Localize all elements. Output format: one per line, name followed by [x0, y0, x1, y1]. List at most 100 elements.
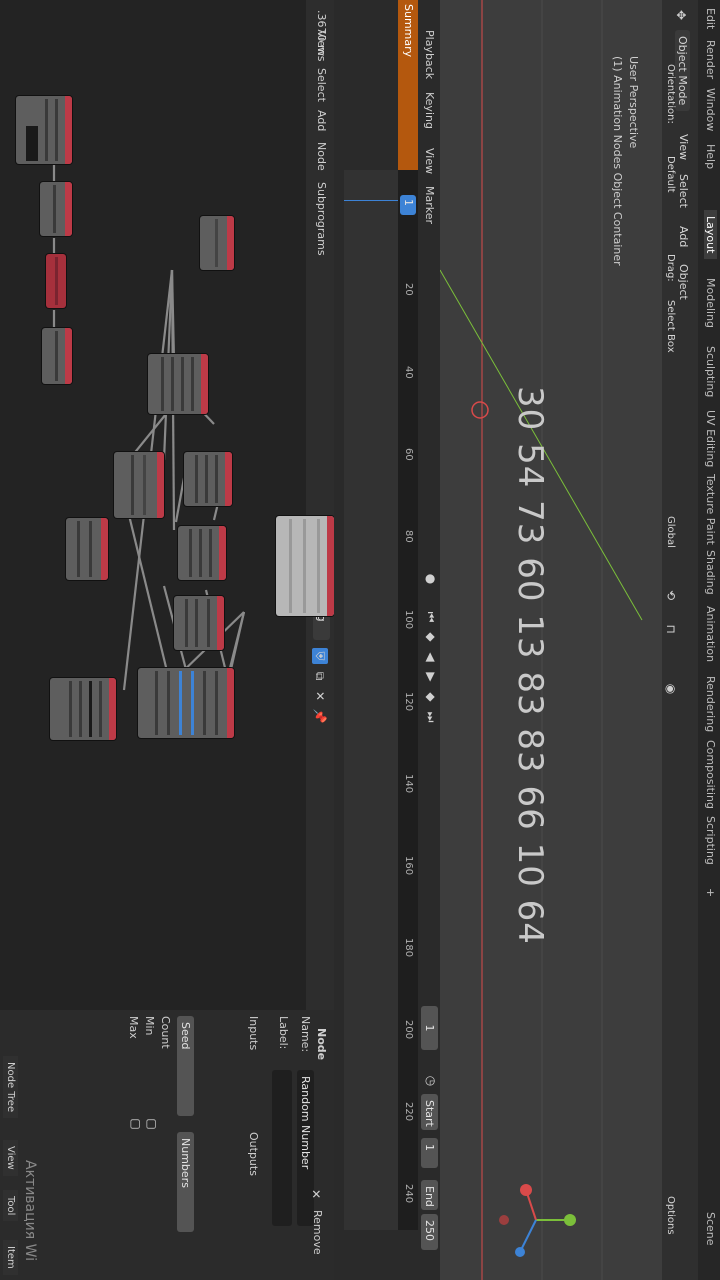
menu-keying[interactable]: Keying — [423, 92, 436, 129]
play-icon[interactable]: ▶ — [424, 670, 438, 684]
current-frame-field[interactable]: 1 — [421, 1006, 438, 1050]
node-editor[interactable]: .3670 ms View Select Add Node Subprogram… — [0, 0, 334, 1010]
node-object-input[interactable] — [40, 182, 72, 236]
node-random-number[interactable] — [148, 354, 208, 414]
menu-select[interactable]: Select — [677, 174, 690, 208]
pivot-icon[interactable]: ⟲ — [664, 586, 678, 604]
keyframe-area[interactable] — [344, 170, 398, 1230]
proportional-edit-icon[interactable]: ◉ — [664, 680, 678, 698]
orientation-dropdown[interactable]: Default — [665, 156, 676, 193]
menu-object[interactable]: Object — [677, 264, 690, 300]
workspace-tab-rendering[interactable]: Rendering — [704, 676, 717, 732]
next-keyframe-icon[interactable]: ◆ — [424, 690, 438, 704]
clock-icon[interactable]: ◷ — [424, 1074, 438, 1088]
panel-title: Node — [315, 1028, 328, 1061]
drag-label: Drag: — [665, 254, 676, 282]
viewport-canvas[interactable]: User Perspective (1) Animation Nodes Obj… — [440, 0, 662, 1280]
node-label-field[interactable] — [272, 1070, 292, 1226]
menu-add[interactable]: Add — [677, 226, 690, 247]
summary-label: Summary — [402, 4, 415, 58]
workspace-tab-modeling[interactable]: Modeling — [704, 278, 717, 328]
activation-watermark: Активация Wi — [22, 1160, 38, 1262]
workspace-tab-layout[interactable]: Layout — [704, 210, 717, 260]
transform-orientation-dropdown[interactable]: Global — [665, 516, 676, 548]
menu-view[interactable]: View — [677, 134, 690, 160]
viewport-grid — [440, 0, 643, 1280]
node-math[interactable] — [178, 526, 226, 580]
node-properties-panel: Node Name: Random Number Label: Inputs O… — [0, 1010, 334, 1280]
visibility-icon[interactable]: ▢ — [129, 1118, 143, 1130]
menu-marker[interactable]: Marker — [423, 186, 436, 224]
input-min[interactable]: Min — [143, 1016, 156, 1036]
options-dropdown[interactable]: Options — [665, 1196, 676, 1235]
tab-item[interactable]: Item — [3, 1240, 18, 1275]
workspace-tab-compositing[interactable]: Compositing — [704, 740, 717, 809]
tab-view[interactable]: View — [3, 1140, 18, 1176]
transform-gizmo-icon[interactable]: ✥ — [670, 4, 692, 26]
workspace-tab-scripting[interactable]: Scripting — [704, 816, 717, 865]
menu-render[interactable]: Render — [704, 40, 717, 79]
output-numbers[interactable]: Numbers — [177, 1132, 194, 1232]
node-object-instancer[interactable] — [50, 678, 116, 740]
menu-window[interactable]: Window — [704, 88, 717, 131]
viewport-header: ✥ Object Mode View Select Add Object Ori… — [662, 0, 698, 1280]
frame-ruler[interactable]: 1 20 40 60 80 100 120 140 160 180 200 22… — [398, 170, 418, 1230]
add-workspace-icon[interactable]: + — [704, 888, 717, 897]
snap-icon[interactable]: ⊓ — [664, 620, 678, 638]
drag-dropdown[interactable]: Select Box — [665, 300, 676, 353]
tick-label: 140 — [403, 774, 414, 794]
start-label: Start — [421, 1094, 438, 1130]
tick-label: 40 — [403, 366, 414, 379]
input-max[interactable]: Max — [127, 1016, 140, 1039]
end-frame-field[interactable]: 250 — [421, 1214, 438, 1250]
remove-icon[interactable]: ✕ — [308, 1186, 324, 1202]
prev-keyframe-icon[interactable]: ◆ — [424, 630, 438, 644]
3d-viewport[interactable]: ✥ Object Mode View Select Add Object Ori… — [440, 0, 698, 1280]
visibility-icon[interactable]: ▢ — [145, 1118, 159, 1130]
input-count[interactable]: Count — [159, 1016, 172, 1049]
remove-button[interactable]: Remove — [311, 1210, 324, 1255]
tab-tool[interactable]: Tool — [3, 1190, 18, 1222]
menu-help[interactable]: Help — [704, 144, 717, 169]
start-frame-field[interactable]: 1 — [421, 1138, 438, 1168]
play-reverse-icon[interactable]: ◀ — [424, 650, 438, 664]
timeline-editor[interactable]: Playback Keying View Marker ● ⏮ ◆ ◀ ▶ ◆ … — [334, 0, 440, 1280]
menu-edit[interactable]: Edit — [704, 8, 717, 29]
node-text-object-output[interactable] — [138, 668, 234, 738]
workspace-tab-uv-editing[interactable]: UV Editing — [704, 410, 717, 467]
node-convert[interactable] — [46, 254, 66, 308]
node-combine-list[interactable] — [174, 596, 224, 650]
node-name-field[interactable]: Random Number — [297, 1070, 314, 1226]
navigation-gizmo[interactable] — [496, 1180, 576, 1260]
tick-label: 60 — [403, 448, 414, 461]
node-scene-input[interactable] — [16, 96, 72, 164]
jump-start-icon[interactable]: ⏮ — [424, 610, 439, 624]
node-text-output[interactable] — [42, 328, 72, 384]
scene-selector[interactable]: Scene — [704, 1212, 717, 1246]
tick-label: 160 — [403, 856, 414, 876]
tick-label: 180 — [403, 938, 414, 958]
playhead[interactable]: 1 — [400, 195, 416, 215]
record-icon[interactable]: ● — [424, 572, 438, 586]
object-mode-dropdown[interactable]: Object Mode — [675, 30, 690, 112]
number-text-object: 30 54 73 60 13 83 83 66 10 64 — [510, 386, 550, 945]
menu-view[interactable]: View — [423, 148, 436, 174]
node-number-list[interactable] — [114, 452, 164, 518]
3d-cursor-icon[interactable] — [471, 401, 489, 419]
node-integer[interactable] — [200, 216, 234, 270]
workspace-tab-texture-paint[interactable]: Texture Paint — [704, 474, 717, 545]
tick-label: 80 — [403, 530, 414, 543]
jump-end-icon[interactable]: ⏭ — [424, 710, 439, 724]
summary-channel[interactable]: Summary — [398, 0, 418, 170]
workspace-tab-animation[interactable]: Animation — [704, 606, 717, 662]
workspace-tab-shading[interactable]: Shading — [704, 550, 717, 595]
tick-label: 200 — [403, 1020, 414, 1040]
node-integer-range[interactable] — [184, 452, 232, 506]
input-seed[interactable]: Seed — [177, 1016, 194, 1116]
tab-node-tree[interactable]: Node Tree — [3, 1056, 18, 1119]
viewport-info-object: (1) Animation Nodes Object Container — [611, 56, 624, 266]
menu-playback[interactable]: Playback — [423, 30, 436, 79]
node-loop-input[interactable] — [66, 518, 108, 580]
workspace-tab-sculpting[interactable]: Sculpting — [704, 346, 717, 397]
node-viewer[interactable] — [276, 516, 334, 616]
